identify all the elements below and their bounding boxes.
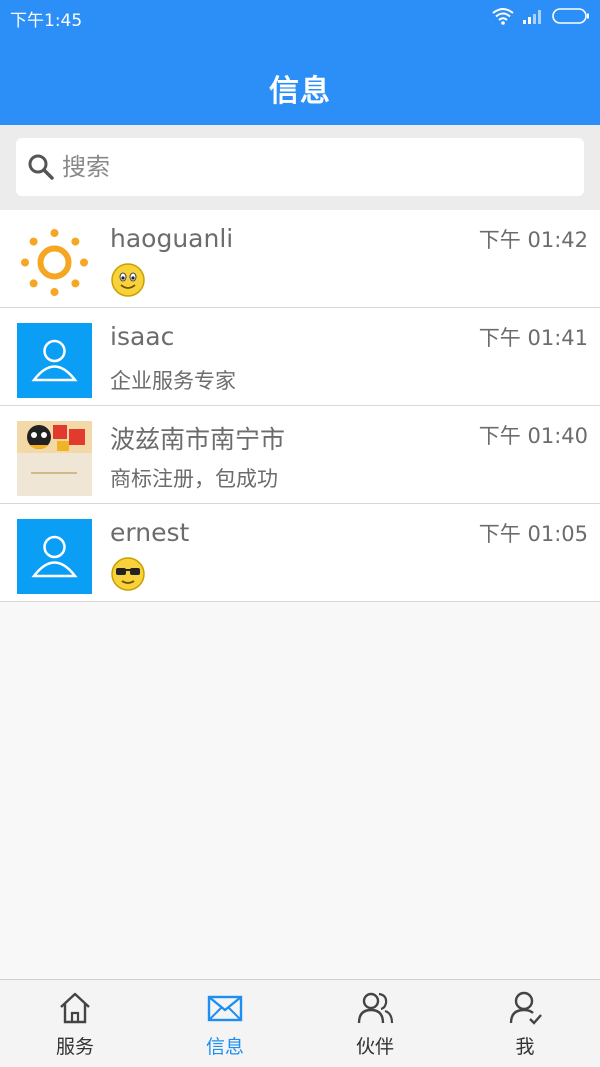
tab-label: 伙伴 bbox=[355, 1036, 394, 1058]
mail-icon bbox=[207, 995, 243, 1022]
tab-label: 服务 bbox=[55, 1036, 94, 1058]
contact-name: haoguanli bbox=[110, 224, 234, 253]
contact-name: ernest bbox=[110, 518, 190, 547]
message-preview: 企业服务专家 bbox=[110, 369, 236, 393]
search-input[interactable] bbox=[62, 153, 562, 181]
partners-icon bbox=[357, 992, 394, 1024]
search-area bbox=[0, 125, 600, 210]
conversation-list: haoguanli 下午 01:42 isaac 下午 01:41 企业服务专家 bbox=[0, 210, 600, 602]
default-user-avatar bbox=[17, 323, 92, 398]
status-time: 下午1:45 bbox=[10, 11, 83, 31]
tab-label: 信息 bbox=[205, 1036, 244, 1058]
message-preview: 商标注册，包成功 bbox=[110, 467, 278, 491]
message-time: 下午 01:42 bbox=[478, 228, 588, 252]
message-time: 下午 01:41 bbox=[478, 326, 588, 350]
contact-name: 波兹南市南宁市 bbox=[110, 425, 286, 454]
tab-me[interactable]: 我 bbox=[450, 980, 600, 1067]
tab-partners[interactable]: 伙伴 bbox=[300, 980, 450, 1067]
message-time: 下午 01:05 bbox=[478, 522, 588, 546]
conversation-row[interactable]: haoguanli 下午 01:42 bbox=[0, 210, 600, 308]
sunglasses-emoji-icon bbox=[111, 557, 145, 591]
tab-messages[interactable]: 信息 bbox=[150, 980, 300, 1067]
conversation-row[interactable]: 波兹南市南宁市 下午 01:40 商标注册，包成功 bbox=[0, 406, 600, 504]
app-header: 下午1:45 信息 bbox=[0, 0, 600, 125]
home-icon bbox=[60, 992, 90, 1024]
photo-avatar bbox=[17, 421, 92, 496]
bottom-tab-bar: 服务 信息 伙伴 我 bbox=[0, 979, 600, 1067]
search-box[interactable] bbox=[16, 138, 584, 196]
battery-icon bbox=[552, 8, 589, 24]
conversation-row[interactable]: isaac 下午 01:41 企业服务专家 bbox=[0, 308, 600, 406]
status-icons bbox=[492, 7, 590, 25]
signal-icon bbox=[523, 10, 541, 24]
search-icon bbox=[28, 154, 54, 180]
page-title: 信息 bbox=[269, 74, 331, 109]
wifi-icon bbox=[492, 8, 514, 25]
contact-name: isaac bbox=[110, 322, 175, 351]
message-time: 下午 01:40 bbox=[478, 424, 588, 448]
default-user-avatar bbox=[17, 519, 92, 594]
tab-services[interactable]: 服务 bbox=[0, 980, 150, 1067]
tab-label: 我 bbox=[515, 1036, 535, 1058]
profile-icon bbox=[509, 991, 542, 1025]
status-bar: 下午1:45 bbox=[0, 0, 600, 34]
smile-emoji-icon bbox=[111, 263, 145, 297]
sun-icon bbox=[21, 229, 88, 296]
conversation-row[interactable]: ernest 下午 01:05 bbox=[0, 504, 600, 602]
